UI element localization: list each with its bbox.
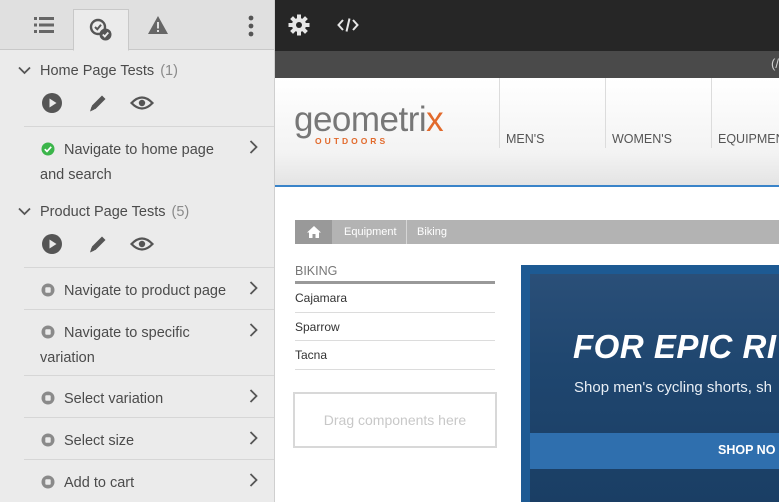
subnav-item[interactable]: Tacna	[295, 341, 495, 370]
code-icon	[337, 18, 359, 32]
chevron-down-icon	[18, 207, 31, 216]
run-suite-button[interactable]	[39, 231, 65, 257]
subnav-title: BIKING	[295, 264, 495, 284]
tab-warnings[interactable]	[130, 0, 186, 50]
preview-suite-button[interactable]	[129, 90, 155, 116]
chevron-right-icon	[249, 389, 258, 403]
test-case[interactable]: Navigate to product page	[24, 267, 274, 309]
breadcrumb-equipment[interactable]: Equipment	[344, 220, 397, 244]
banner-subheadline: Shop men's cycling shorts, sh	[574, 379, 772, 396]
test-case[interactable]: Add to cart	[24, 459, 274, 502]
chevron-right-icon	[249, 281, 258, 295]
test-case-label: Add to cart	[64, 475, 135, 491]
more-button[interactable]	[239, 12, 263, 40]
breadcrumb-home[interactable]	[295, 220, 332, 244]
preview-icon	[130, 237, 154, 251]
strip-text: (/	[771, 56, 779, 71]
breadcrumb-biking[interactable]: Biking	[417, 220, 447, 244]
chevron-right-icon	[249, 431, 258, 445]
subnav-item[interactable]: Sparrow	[295, 313, 495, 341]
more-vertical-icon	[248, 15, 254, 37]
preview-icon	[130, 96, 154, 110]
category-subnav: BIKING Cajamara Sparrow Tacna	[295, 264, 495, 370]
banner-headline: FOR EPIC RI	[573, 328, 777, 365]
edit-icon	[90, 236, 106, 253]
logo-wordmark: geometrix	[294, 100, 444, 139]
test-runner-icon	[89, 18, 112, 41]
nav-womens[interactable]: WOMEN'S	[605, 78, 711, 148]
suite-title: Product Page Tests (5)	[40, 204, 190, 220]
run-suite-button[interactable]	[39, 90, 65, 116]
test-case-label: Navigate to product page	[64, 283, 227, 299]
chevron-down-icon	[18, 66, 31, 75]
test-case-label: Navigate to specific variation	[40, 325, 190, 366]
suite-actions	[0, 90, 274, 120]
not-run-status-icon	[41, 475, 55, 489]
home-icon	[306, 226, 321, 238]
not-run-status-icon	[41, 391, 55, 405]
test-panel: Home Page Tests (1) Navigate to home page…	[0, 0, 275, 502]
nav-mens[interactable]: MEN'S	[499, 78, 605, 148]
test-case[interactable]: Select variation	[24, 375, 274, 417]
editor-info-strip: (/	[275, 51, 779, 78]
view-source-button[interactable]	[334, 11, 362, 39]
gear-icon	[288, 14, 310, 36]
suite-title: Home Page Tests (1)	[40, 63, 178, 79]
play-icon	[42, 234, 62, 254]
edit-suite-button[interactable]	[85, 231, 111, 257]
suite-actions	[0, 231, 274, 261]
edit-suite-button[interactable]	[85, 90, 111, 116]
geometrixx-logo[interactable]: geometrix	[294, 100, 444, 140]
breadcrumb: Equipment Biking	[295, 220, 779, 244]
editor-toolbar	[275, 0, 779, 51]
tab-tests[interactable]	[73, 9, 129, 51]
chevron-right-icon	[249, 473, 258, 487]
page-properties-button[interactable]	[285, 11, 313, 39]
preview-suite-button[interactable]	[129, 231, 155, 257]
not-run-status-icon	[41, 433, 55, 447]
test-case[interactable]: Select size	[24, 417, 274, 459]
test-case-label: Select size	[64, 433, 135, 449]
play-icon	[42, 93, 62, 113]
chevron-right-icon	[249, 140, 258, 154]
hero-banner[interactable]: FOR EPIC RI Shop men's cycling shorts, s…	[521, 265, 779, 502]
breadcrumb-separator	[406, 220, 407, 244]
list-icon	[34, 17, 54, 33]
test-case[interactable]: Navigate to home page and search	[24, 126, 274, 191]
logo-subtitle: OUTDOORS	[315, 136, 389, 146]
suite-product-page-tests[interactable]: Product Page Tests (5)	[0, 198, 274, 228]
subnav-item[interactable]: Cajamara	[295, 284, 495, 313]
warning-icon	[148, 16, 168, 34]
shop-now-button[interactable]: SHOP NO	[718, 443, 775, 457]
site-header: geometrix OUTDOORS MEN'S WOMEN'S EQUIPME…	[275, 78, 779, 187]
chevron-right-icon	[249, 323, 258, 337]
test-case-label: Navigate to home page and search	[40, 142, 214, 183]
test-case-label: Select variation	[64, 391, 164, 407]
drag-components-placeholder[interactable]: Drag components here	[293, 392, 497, 448]
not-run-status-icon	[41, 283, 55, 297]
test-case[interactable]: Navigate to specific variation	[24, 309, 274, 375]
panel-tab-bar	[0, 0, 274, 51]
edit-icon	[90, 95, 106, 112]
suite-home-page-tests[interactable]: Home Page Tests (1)	[0, 57, 274, 87]
nav-equipment[interactable]: EQUIPMEN	[711, 78, 779, 148]
tab-list[interactable]	[16, 0, 72, 50]
